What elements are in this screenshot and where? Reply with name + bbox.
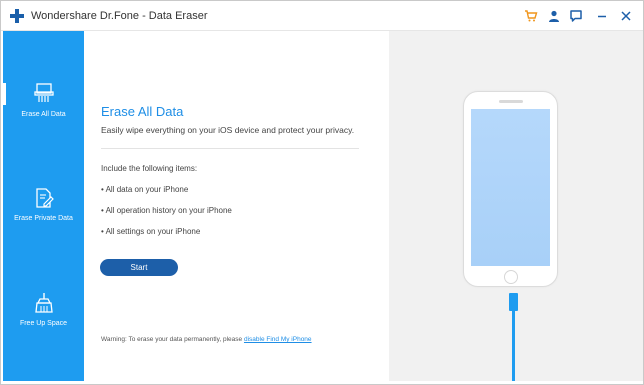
device-panel — [389, 31, 643, 381]
sidebar-item-label: Free Up Space — [19, 320, 68, 327]
minimize-icon[interactable] — [594, 8, 610, 24]
include-title: Include the following items: — [101, 164, 198, 173]
user-icon[interactable] — [546, 8, 562, 24]
list-item: • All data on your iPhone — [101, 185, 189, 194]
divider — [101, 148, 359, 149]
document-edit-icon — [33, 187, 55, 209]
phone-home-button — [504, 270, 518, 284]
close-icon[interactable] — [618, 8, 634, 24]
chat-icon[interactable] — [568, 8, 584, 24]
list-item: • All settings on your iPhone — [101, 227, 201, 236]
list-item: • All operation history on your iPhone — [101, 206, 232, 215]
phone-screen — [471, 109, 550, 266]
sidebar-item-erase-private-data[interactable]: Erase Private Data — [3, 184, 84, 264]
cable-plug — [509, 293, 518, 311]
warning-text: Warning: To erase your data permanently,… — [101, 336, 312, 343]
sidebar-item-label: Erase All Data — [21, 111, 66, 118]
disable-find-my-iphone-link[interactable]: disable Find My iPhone — [244, 336, 312, 343]
page-title: Erase All Data — [101, 104, 184, 119]
shredder-icon — [33, 82, 55, 104]
iphone-illustration — [463, 91, 558, 287]
sidebar-item-free-up-space[interactable]: Free Up Space — [3, 289, 84, 369]
window-title: Wondershare Dr.Fone - Data Eraser — [31, 10, 208, 22]
cart-icon[interactable] — [523, 8, 539, 24]
sidebar-item-erase-all-data[interactable]: Erase All Data — [3, 76, 84, 156]
warning-label: Warning: To erase your data permanently,… — [101, 336, 244, 343]
sidebar: Erase All Data Erase Private Data Free U… — [3, 31, 84, 381]
page-subtitle: Easily wipe everything on your iOS devic… — [101, 125, 355, 135]
app-window: Wondershare Dr.Fone - Data Eraser Erase … — [0, 0, 644, 385]
phone-speaker — [499, 100, 523, 103]
title-bar: Wondershare Dr.Fone - Data Eraser — [1, 1, 643, 31]
app-logo-icon — [10, 9, 24, 23]
broom-icon — [33, 292, 55, 314]
start-button[interactable]: Start — [100, 259, 178, 276]
usb-cable — [512, 311, 515, 381]
sidebar-item-label: Erase Private Data — [14, 215, 73, 222]
main-panel: Erase All Data Easily wipe everything on… — [84, 31, 389, 381]
